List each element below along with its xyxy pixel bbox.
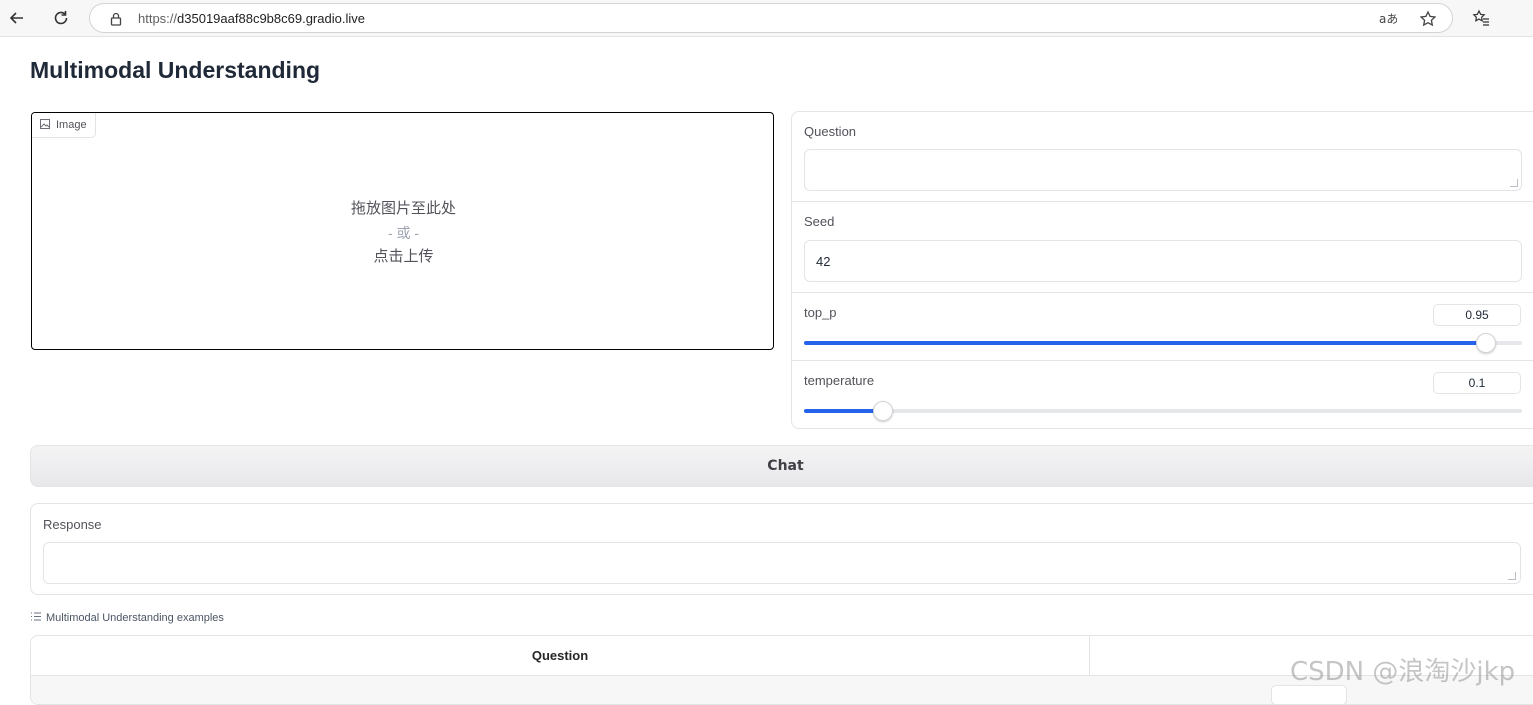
chat-button[interactable]: Chat [30,445,1533,487]
click-upload-text: 点击上传 [373,248,434,265]
parameters-panel: Question Seed 42 top_p 0.95 temperature … [791,111,1533,429]
seed-field: Seed 42 [792,202,1533,293]
top-p-field: top_p 0.95 [792,293,1533,361]
favorites-icon[interactable] [1467,4,1495,32]
resize-grip-icon[interactable] [1508,572,1516,580]
temperature-field: temperature 0.1 [792,361,1533,429]
drop-or: - 或 - [387,225,420,241]
question-label: Question [804,124,857,139]
star-icon[interactable] [1418,9,1438,29]
top-p-slider-thumb[interactable] [1476,333,1497,353]
back-arrow-icon[interactable] [3,4,31,32]
drop-instruction: 拖放图片至此处 [350,200,456,217]
question-field: Question [792,112,1533,202]
examples-label: Multimodal Understanding examples [46,612,224,624]
image-upload-dropzone[interactable]: Image 拖放图片至此处 - 或 - 点击上传 [31,112,774,350]
question-input[interactable] [804,149,1522,191]
reload-icon[interactable] [47,4,75,32]
temperature-number-input[interactable]: 0.1 [1433,372,1521,394]
seed-label: Seed [804,214,835,229]
dropzone-text[interactable]: 拖放图片至此处 - 或 - 点击上传 [32,197,773,269]
address-bar[interactable]: https://d35019aaf88c9b8c69.gradio.live a… [89,3,1453,33]
watermark: CSDN @浪淘沙jkp [1290,657,1516,687]
url-host: d35019aaf88c9b8c69.gradio.live [177,11,365,26]
response-panel: Response [30,503,1533,595]
page-title: Multimodal Understanding [30,57,321,83]
url-text[interactable]: https://d35019aaf88c9b8c69.gradio.live [138,11,365,26]
top-p-label: top_p [804,305,837,320]
temperature-label: temperature [804,373,875,388]
temperature-slider[interactable] [804,401,1522,421]
image-label-tag: Image [32,113,96,138]
example-image-thumbnail[interactable] [1271,685,1347,704]
lock-icon[interactable] [106,9,126,29]
response-label: Response [43,517,102,532]
response-output[interactable] [43,542,1521,584]
image-label: Image [56,119,87,131]
top-p-number-input[interactable]: 0.95 [1433,304,1521,326]
top-p-slider[interactable] [804,333,1522,353]
seed-input[interactable]: 42 [804,240,1522,282]
list-icon [31,612,41,624]
url-protocol: https:// [138,11,178,26]
browser-toolbar: https://d35019aaf88c9b8c69.gradio.live a… [0,0,1533,37]
table-header-question: Question [31,636,1090,676]
svg-text:aあ: aあ [1379,12,1397,26]
read-aloud-icon[interactable]: aあ [1378,9,1398,29]
top-p-slider-fill [804,341,1487,345]
temperature-slider-thumb[interactable] [872,401,893,421]
temperature-slider-fill [804,409,883,413]
resize-grip-icon[interactable] [1510,179,1518,187]
image-icon [40,118,50,132]
examples-header: Multimodal Understanding examples [31,612,224,624]
